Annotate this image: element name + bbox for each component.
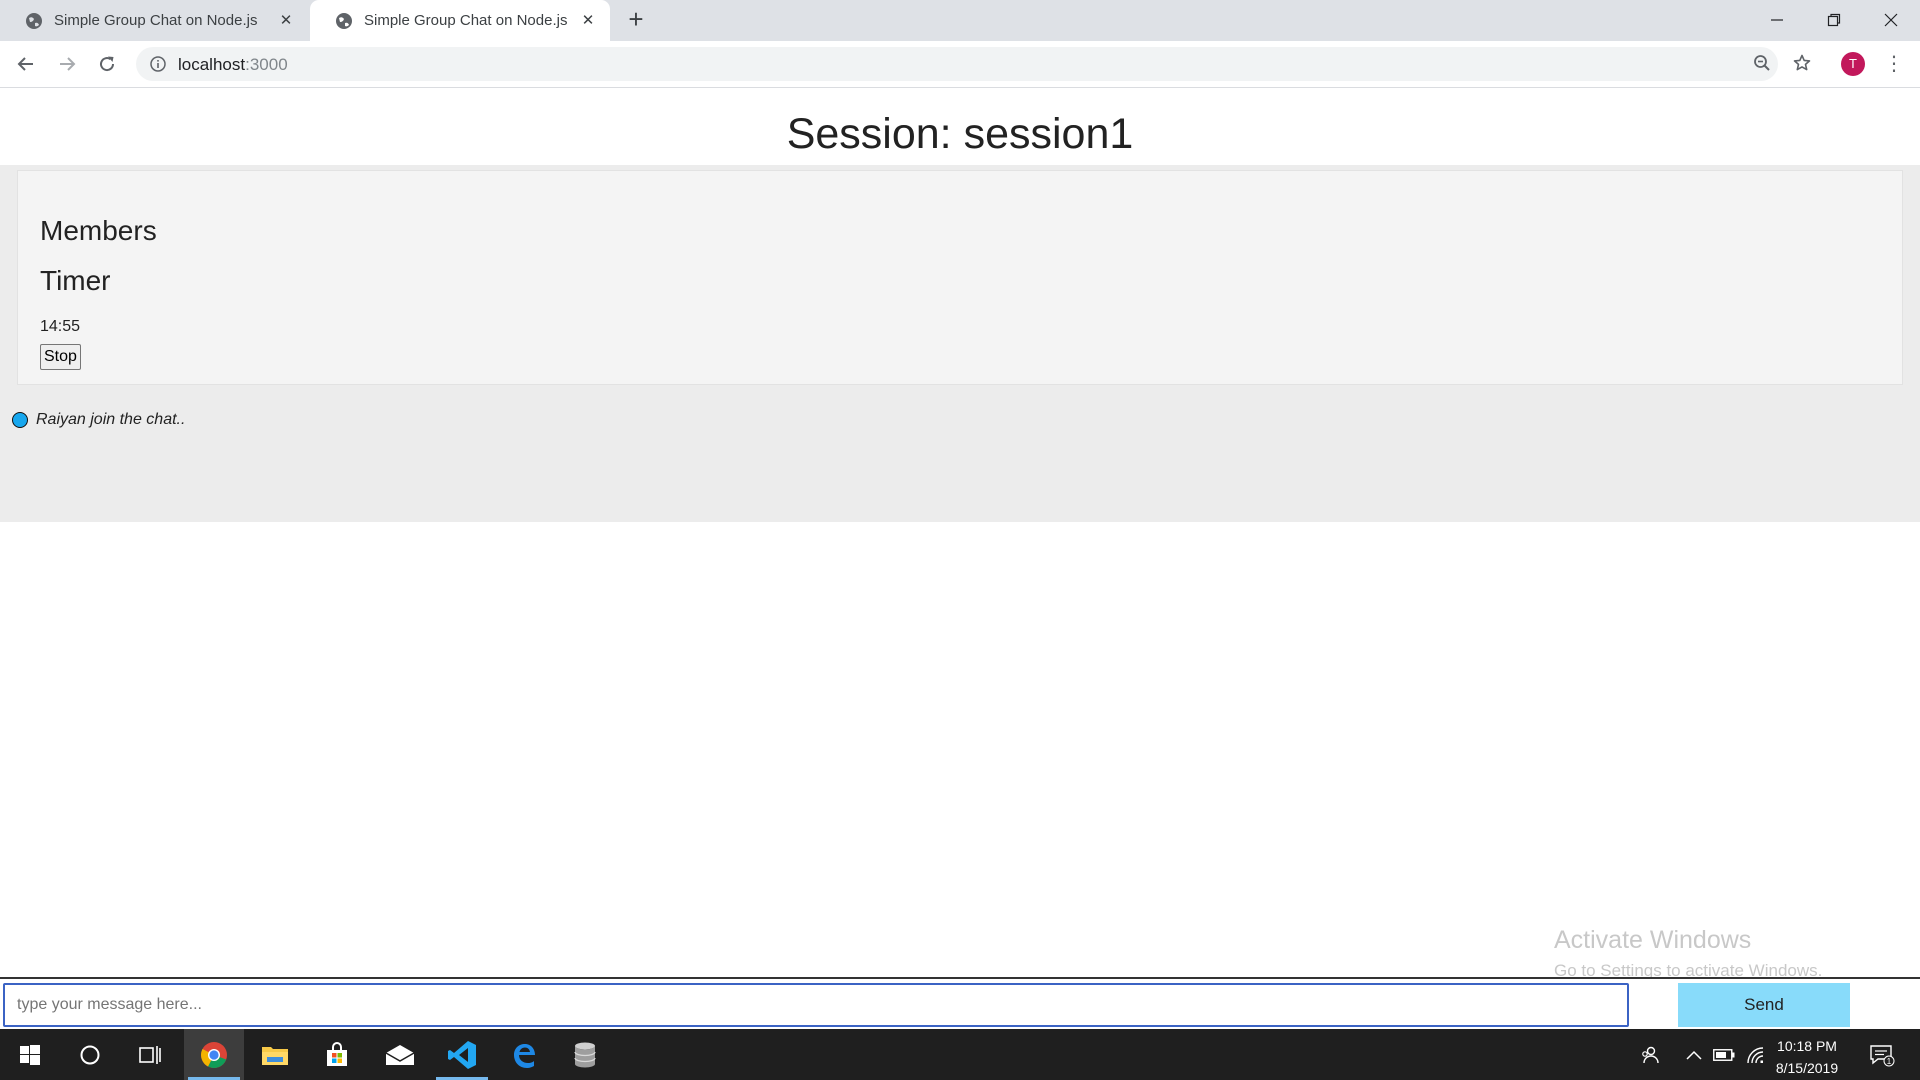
windows-start-icon [20, 1044, 40, 1065]
database-icon [574, 1042, 596, 1067]
url-text: localhost:3000 [178, 55, 288, 75]
show-hidden-icons-button[interactable] [1678, 1029, 1710, 1080]
globe-icon [336, 12, 352, 29]
chevron-up-icon [1686, 1050, 1702, 1060]
search-button[interactable] [60, 1029, 120, 1080]
close-window-button[interactable] [1862, 0, 1920, 40]
page-title: Session: session1 [786, 110, 1134, 158]
globe-icon [26, 12, 42, 29]
url-host: localhost [178, 55, 246, 74]
message-input[interactable] [3, 983, 1629, 1027]
tab-strip: Simple Group Chat on Node.js ✕ Simple Gr… [0, 0, 1920, 41]
restore-icon [1827, 13, 1841, 27]
cortana-icon [80, 1045, 100, 1064]
taskbar-vscode[interactable] [432, 1029, 492, 1080]
taskbar-database[interactable] [555, 1029, 615, 1080]
tab-title: Simple Group Chat on Node.js [364, 12, 568, 29]
mail-icon [385, 1044, 415, 1065]
taskbar-chrome[interactable] [184, 1029, 244, 1080]
arrow-left-icon [17, 57, 33, 71]
info-icon[interactable] [150, 56, 166, 72]
back-button[interactable] [12, 50, 40, 78]
windows-taskbar: 10:18 PM 8/15/2019 1 [0, 1029, 1920, 1080]
taskbar-file-explorer[interactable] [245, 1029, 305, 1080]
clock-time: 10:18 PM [1777, 1038, 1837, 1054]
tab-title: Simple Group Chat on Node.js [54, 12, 258, 29]
arrow-right-icon [60, 57, 76, 71]
activate-windows-watermark: Activate Windows Go to Settings to activ… [1554, 926, 1822, 981]
file-explorer-icon [262, 1046, 288, 1065]
profile-avatar[interactable]: T [1841, 52, 1865, 76]
session-panel: Members Timer 14:55 Stop [17, 170, 1903, 385]
chrome-icon [201, 1041, 227, 1068]
restore-window-button[interactable] [1805, 0, 1863, 40]
people-button[interactable] [1634, 1029, 1666, 1080]
address-bar[interactable]: localhost:3000 [136, 47, 1778, 81]
minimize-icon [1771, 19, 1783, 21]
people-icon [1642, 1046, 1659, 1063]
taskbar-edge[interactable] [493, 1029, 553, 1080]
message-composer: Send [0, 977, 1920, 1029]
send-button[interactable]: Send [1678, 983, 1850, 1027]
close-tab-icon[interactable]: ✕ [276, 11, 296, 31]
status-dot [12, 412, 28, 428]
taskbar-store[interactable] [307, 1029, 367, 1080]
reload-button[interactable] [93, 50, 121, 78]
browser-tab-2[interactable]: Simple Group Chat on Node.js ✕ [310, 0, 610, 41]
battery-indicator[interactable] [1710, 1029, 1738, 1080]
browser-toolbar: localhost:3000 [0, 41, 1920, 88]
star-icon [1793, 54, 1811, 71]
battery-icon [1713, 1048, 1735, 1061]
url-port: :3000 [245, 55, 288, 74]
members-heading: Members [40, 215, 157, 246]
task-view-button[interactable] [120, 1029, 180, 1080]
forward-button[interactable] [53, 50, 81, 78]
zoom-button[interactable] [1748, 49, 1776, 77]
reload-icon [100, 56, 115, 72]
close-icon [1884, 13, 1898, 27]
chat-event: Raiyan join the chat.. [12, 408, 185, 432]
new-tab-button[interactable]: + [624, 6, 648, 32]
taskbar-mail[interactable] [370, 1029, 430, 1080]
action-center-button[interactable]: 1 [1862, 1029, 1902, 1080]
vscode-icon [448, 1040, 476, 1069]
stop-timer-button[interactable]: Stop [40, 344, 81, 370]
close-tab-icon[interactable]: ✕ [578, 11, 598, 31]
edge-icon [514, 1043, 535, 1068]
page-viewport: Session: session1 Members Timer 14:55 St… [0, 88, 1920, 1029]
task-view-icon [139, 1045, 161, 1064]
timer-heading: Timer [40, 265, 111, 296]
more-vert-icon[interactable]: ⋮ [1884, 52, 1904, 76]
start-button[interactable] [0, 1029, 60, 1080]
page-header: Session: session1 [0, 88, 1920, 167]
bookmark-button[interactable] [1788, 49, 1816, 77]
chat-event-text: Raiyan join the chat.. [36, 411, 186, 428]
timer-value: 14:55 [40, 318, 81, 335]
minimize-window-button[interactable] [1748, 0, 1806, 40]
taskbar-clock[interactable]: 10:18 PM 8/15/2019 [1762, 1035, 1852, 1079]
notification-icon: 1 [1870, 1044, 1895, 1066]
notification-count: 1 [1887, 1057, 1892, 1066]
zoom-out-icon [1754, 55, 1770, 71]
store-icon [327, 1041, 347, 1066]
watermark-title: Activate Windows [1554, 926, 1752, 954]
clock-date: 8/15/2019 [1775, 1060, 1839, 1076]
browser-tab-1[interactable]: Simple Group Chat on Node.js ✕ [0, 0, 308, 41]
